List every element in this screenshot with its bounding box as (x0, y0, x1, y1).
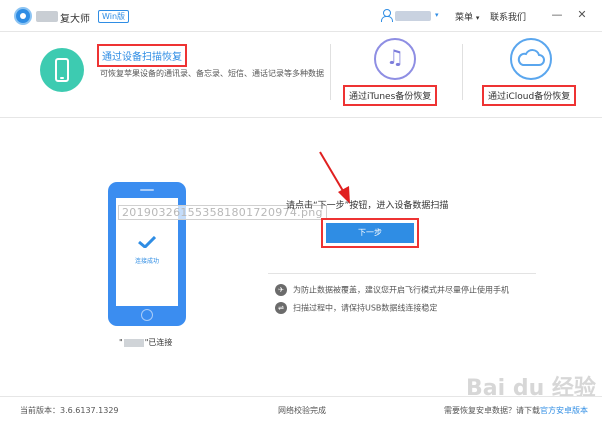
username-redacted[interactable] (395, 11, 431, 21)
app-title-redacted (36, 11, 58, 22)
device-illustration: 连接成功 (108, 182, 186, 326)
status-bar: 当前版本：3.6.6137.1329 网络校验完成 需要恢复安卓数据？请下载官方… (0, 396, 602, 422)
cloud-icon (517, 49, 545, 66)
itunes-option-icon[interactable]: ♫ (374, 38, 416, 80)
itunes-option-label[interactable]: 通过iTunes备份恢复 (343, 85, 438, 106)
edition-badge: Win版 (98, 10, 130, 23)
home-button-icon (141, 309, 153, 321)
device-connected-label: " "已连接 (119, 337, 172, 348)
phone-speaker (140, 189, 154, 191)
title-bar: 复大师 Win版 ▾ 菜单 ▾ 联系我们 — ✕ (0, 0, 602, 32)
minimize-icon[interactable]: — (550, 8, 564, 22)
icloud-option-icon[interactable] (510, 38, 552, 80)
menu-caret-icon: ▾ (475, 14, 480, 22)
user-dropdown-icon[interactable]: ▾ (435, 11, 439, 19)
android-download-link[interactable]: 官方安卓版本 (540, 406, 588, 415)
device-scan-option-desc: 可恢复苹果设备的通讯录、备忘录、短信、通话记录等多种数据 (100, 69, 324, 78)
tip-text: 为防止数据被覆盖，建议您开启飞行模式并尽量停止使用手机 (293, 285, 509, 295)
recovery-options: 通过设备扫描恢复 可恢复苹果设备的通讯录、备忘录、短信、通话记录等多种数据 ♫ … (0, 32, 602, 118)
menu-label: 菜单 (455, 13, 474, 23)
airplane-icon: ✈ (275, 284, 287, 296)
close-icon[interactable]: ✕ (575, 8, 589, 22)
device-label-prefix: " (119, 338, 123, 347)
app-logo-icon (14, 7, 32, 25)
tip-airplane: ✈ 为防止数据被覆盖，建议您开启飞行模式并尽量停止使用手机 (275, 284, 509, 296)
contact-us-link[interactable]: 联系我们 (490, 10, 526, 23)
android-hint-text: 需要恢复安卓数据？请下载 (444, 406, 540, 415)
divider (462, 44, 463, 100)
music-note-icon: ♫ (386, 45, 404, 69)
device-label-suffix: "已连接 (144, 338, 173, 347)
user-icon[interactable] (381, 9, 393, 22)
network-status: 网络校验完成 (278, 406, 326, 415)
next-step-button[interactable]: 下一步 (326, 223, 414, 243)
usb-icon: ⇌ (275, 302, 287, 314)
tip-usb: ⇌ 扫描过程中，请保持USB数据线连接稳定 (275, 302, 437, 314)
checkmark-icon (138, 236, 156, 248)
next-button-highlight: 下一步 (321, 218, 419, 248)
device-scan-option-title[interactable]: 通过设备扫描恢复 (97, 44, 187, 67)
divider (268, 273, 536, 274)
icloud-option-label[interactable]: 通过iCloud备份恢复 (482, 85, 577, 106)
instruction-text: 请点击“下一步”按钮，进入设备数据扫描 (286, 201, 449, 211)
device-name-redacted (123, 338, 144, 347)
connected-status: 连接成功 (134, 258, 159, 265)
menu-button[interactable]: 菜单 ▾ (455, 10, 479, 23)
version-label: 当前版本：3.6.6137.1329 (20, 406, 119, 415)
android-hint: 需要恢复安卓数据？请下载官方安卓版本 (444, 405, 588, 416)
phone-icon (55, 58, 69, 82)
tip-text: 扫描过程中，请保持USB数据线连接稳定 (293, 303, 438, 313)
device-scan-option-icon[interactable] (40, 48, 84, 92)
divider (330, 44, 331, 100)
app-title: 复大师 (60, 14, 90, 25)
